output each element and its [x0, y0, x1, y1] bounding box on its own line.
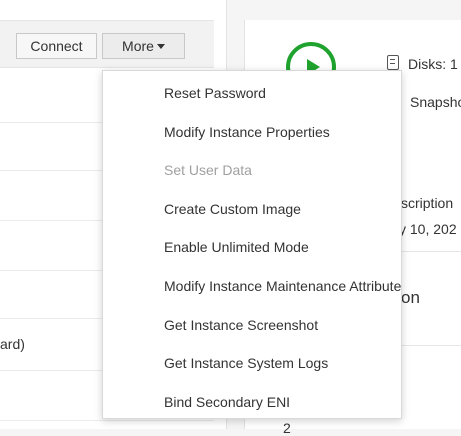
- connect-button[interactable]: Connect: [16, 33, 97, 59]
- created-date: y 10, 202: [399, 221, 457, 237]
- section-heading: on: [401, 288, 420, 307]
- menu-item-bind-secondary-eni[interactable]: Bind Secondary ENI: [143, 383, 401, 422]
- menu-item-create-custom-image[interactable]: Create Custom Image: [143, 190, 401, 229]
- caret-down-icon: [156, 44, 165, 49]
- menu-item-reset-password[interactable]: Reset Password: [143, 74, 401, 113]
- list-item-text: ard): [0, 336, 25, 352]
- menu-item-set-user-data: Set User Data: [164, 162, 252, 179]
- menu-item-get-instance-screenshot[interactable]: Get Instance Screenshot: [143, 306, 401, 345]
- instance-toolbar: Connect More: [0, 20, 214, 68]
- more-button-label: More: [122, 38, 154, 54]
- description-label: scription: [401, 195, 454, 211]
- more-actions-menu: Reset Password Modify Instance Propertie…: [102, 70, 402, 419]
- menu-item-modify-instance-properties[interactable]: Modify Instance Properties: [143, 113, 401, 152]
- disks-count: Disks: 1: [408, 56, 458, 72]
- more-button[interactable]: More: [102, 33, 185, 59]
- menu-item-enable-unlimited-mode[interactable]: Enable Unlimited Mode: [143, 228, 401, 267]
- disk-icon: [387, 55, 399, 70]
- menu-item-get-system-logs[interactable]: Get Instance System Logs: [143, 344, 401, 383]
- menu-item-modify-maintenance-attribute[interactable]: Modify Instance Maintenance Attribute: [143, 267, 401, 306]
- snapshots-label: Snapsho: [410, 94, 461, 110]
- detail-value: 2: [283, 420, 291, 436]
